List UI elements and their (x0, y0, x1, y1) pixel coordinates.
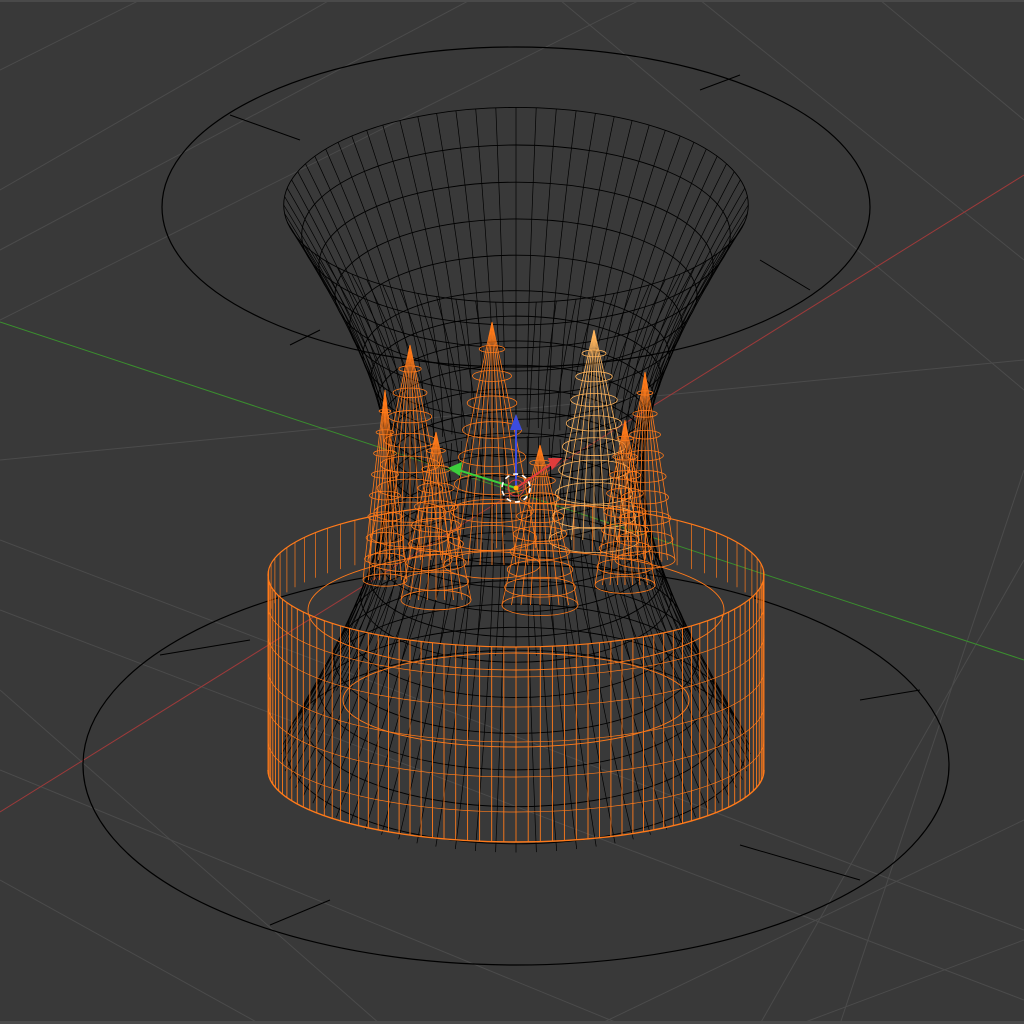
x-axis-line (0, 174, 1024, 813)
hourglass-meridian (537, 108, 557, 429)
flange-spoke (229, 114, 301, 141)
grid-line (0, 879, 261, 1024)
hourglass-meridian (569, 116, 615, 433)
hourglass-meridian (643, 494, 750, 763)
grid-line (0, 539, 1024, 931)
flange-spoke (759, 259, 811, 291)
grid-line (599, 819, 1024, 1024)
grid-line (839, 469, 1024, 1024)
grid-line (0, 0, 141, 71)
flange-spoke (739, 844, 861, 881)
hourglass-meridian (325, 148, 412, 451)
y-axis-line (0, 321, 1024, 661)
hourglass-meridian (436, 113, 473, 431)
hourglass-meridian (417, 116, 463, 433)
floor-grid (0, 0, 1024, 1024)
flange-spoke (859, 689, 921, 701)
grid-line (0, 359, 1024, 461)
hourglass-meridian (495, 107, 506, 428)
hourglass-meridian (614, 524, 696, 818)
grid-line (0, 689, 381, 1024)
hourglass-meridian (620, 260, 707, 512)
header-edge (0, 0, 1024, 2)
grid-line (699, 0, 1024, 261)
hourglass-meridian (643, 204, 749, 482)
hourglass-meridian (336, 524, 418, 818)
grid-line (879, 0, 1024, 121)
hourglass-meridian (620, 148, 707, 451)
hourglass-meridian (559, 113, 596, 431)
flange-spoke (699, 74, 741, 91)
grid-line (0, 609, 1024, 1001)
hourglass-meridian (548, 110, 577, 430)
grid-line (0, 0, 471, 251)
viewport-canvas[interactable] (0, 0, 1024, 1024)
3d-viewport[interactable] (0, 0, 1024, 1024)
flange-spoke (269, 899, 331, 926)
grid-line (0, 0, 331, 191)
grid-line (799, 939, 1024, 1024)
hourglass-meridian (526, 107, 537, 428)
object-origin-dot (513, 485, 519, 491)
hourglass-meridian (283, 204, 389, 482)
hourglass-meridian (455, 110, 484, 430)
spike-meridian (443, 321, 493, 566)
